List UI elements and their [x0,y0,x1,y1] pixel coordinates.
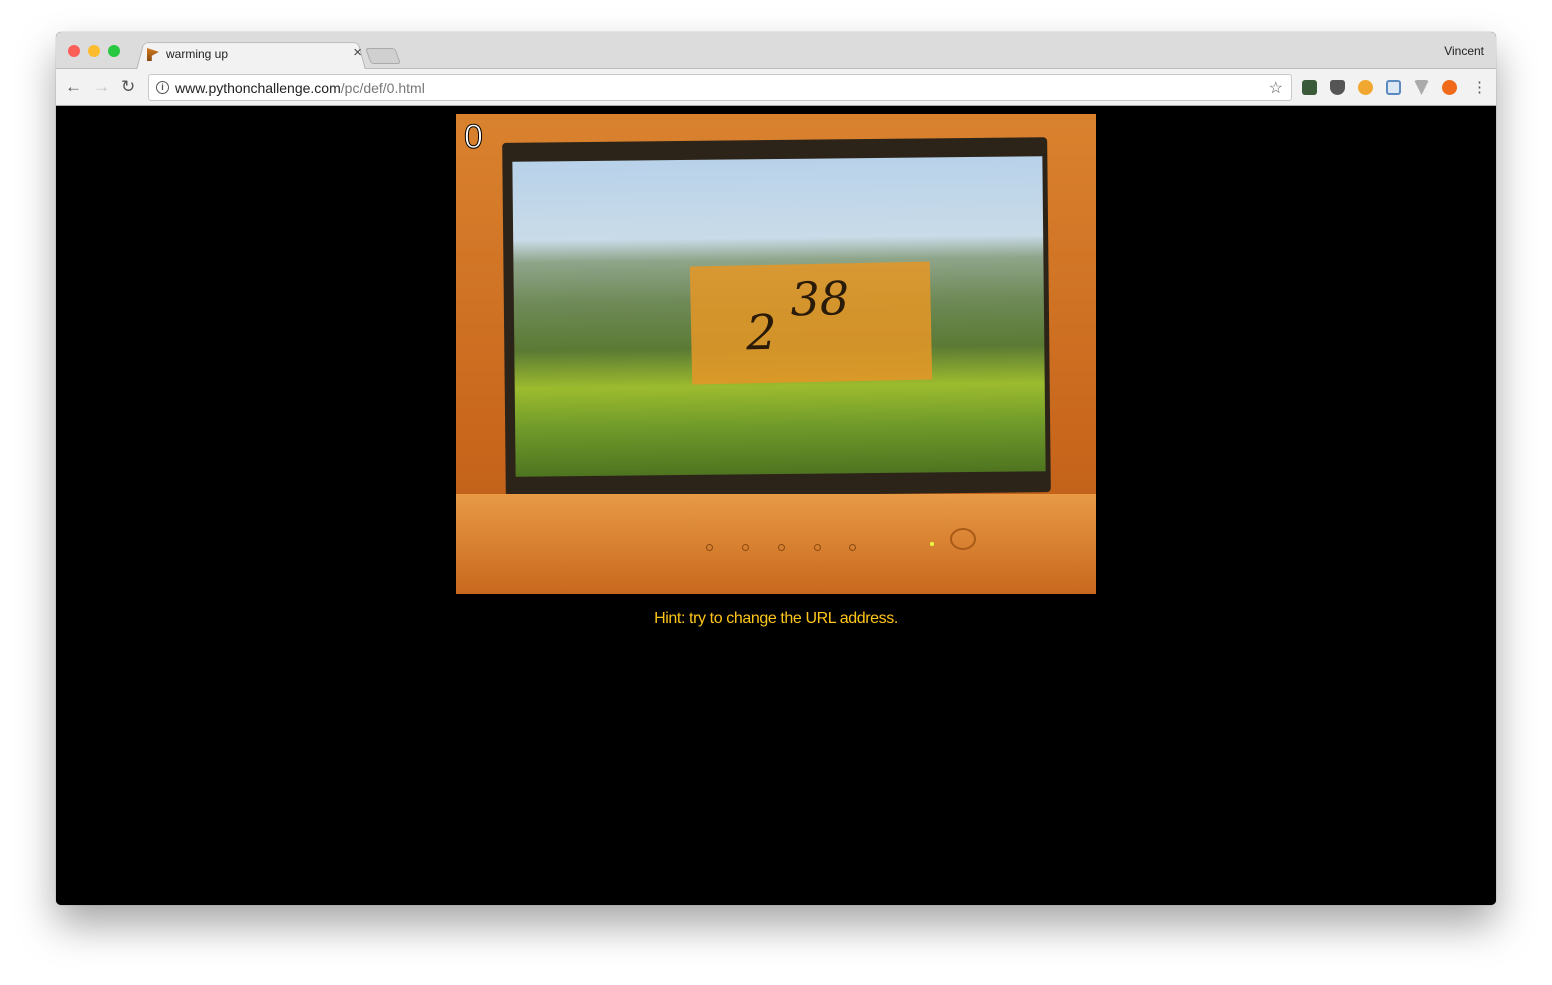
browser-window: warming up × Vincent ← → ↻ i www.pythonc… [56,32,1496,905]
menu-kebab-icon[interactable]: ⋮ [1472,78,1487,96]
level-number: 0 [464,118,484,157]
screenshot-icon[interactable] [1386,80,1401,95]
back-arrow-icon[interactable]: ← [65,77,82,97]
url-host: www.pythonchallenge.com [175,80,341,96]
monitor-button [706,544,713,551]
new-tab-button[interactable] [365,48,401,64]
power-led [930,542,934,546]
ubuntu-icon[interactable] [1442,80,1457,95]
tab-active[interactable]: warming up × [146,40,368,69]
profile-name[interactable]: Vincent [1444,44,1484,58]
tab-title: warming up [166,47,229,61]
toolbar: ← → ↻ i www.pythonchallenge.com/pc/def/0… [56,69,1496,106]
bookmark-star-icon[interactable]: ☆ [1269,78,1283,98]
paper-note: 2 38 [689,261,933,385]
power-button [950,528,976,550]
pocket-icon[interactable] [1330,80,1345,95]
reload-icon[interactable]: ↻ [121,77,135,97]
monitor-photo: 2 38 0 [456,114,1096,594]
monitor-button [778,544,785,551]
page-content: 2 38 0 Hint: try to change the URL addre… [56,106,1496,905]
evernote-icon[interactable] [1302,80,1317,95]
minimize-window-button[interactable] [88,45,100,57]
address-bar[interactable]: i www.pythonchallenge.com/pc/def/0.html … [148,74,1292,101]
hint-text: Hint: try to change the URL address. [654,610,898,627]
monitor-button [742,544,749,551]
cookie-icon[interactable] [1358,80,1373,95]
url-path: /pc/def/0.html [340,80,425,96]
close-window-button[interactable] [68,45,80,57]
power-base: 2 [745,304,778,362]
monitor-button [814,544,821,551]
tab-bar: warming up × Vincent [56,32,1496,70]
monitor-lower-panel [456,494,1096,594]
maximize-window-button[interactable] [108,45,120,57]
python-challenge-favicon-icon [147,48,159,61]
tab-close-icon[interactable]: × [353,44,362,61]
vue-devtools-icon[interactable] [1414,80,1429,95]
info-icon[interactable]: i [156,81,169,94]
url-text[interactable]: www.pythonchallenge.com/pc/def/0.html [175,80,425,96]
forward-arrow-icon[interactable]: → [93,77,110,97]
monitor-button [849,544,856,551]
power-exponent: 38 [789,271,850,327]
